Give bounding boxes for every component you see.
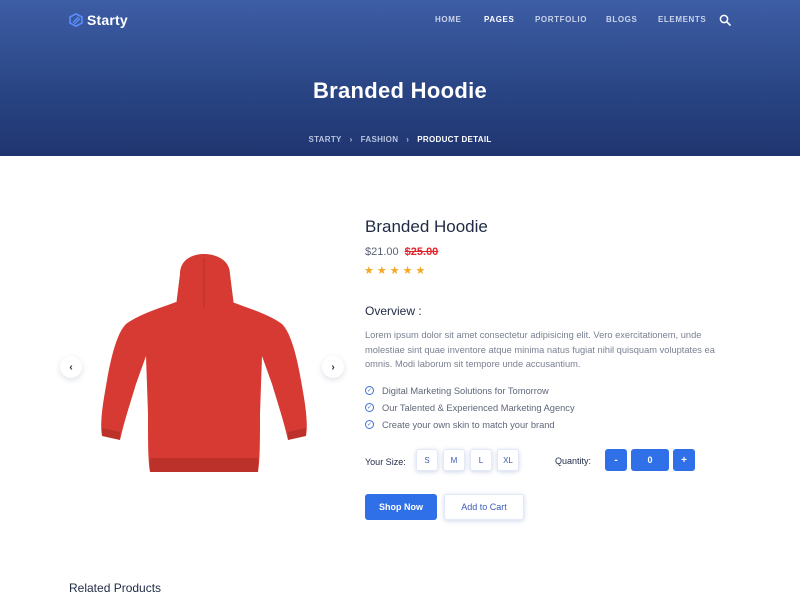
star-icon: ★ (389, 265, 400, 277)
nav-item-elements[interactable]: ELEMENTS (658, 15, 706, 24)
chevron-right-icon: › (349, 135, 353, 144)
carousel-next-button[interactable]: › (322, 356, 344, 378)
overview-heading: Overview : (365, 304, 422, 318)
feature-list: ✓ Digital Marketing Solutions for Tomorr… (365, 382, 575, 433)
main-nav: HOME PAGES PORTFOLIO BLOGS ELEMENTS (0, 15, 800, 29)
feature-item: ✓ Digital Marketing Solutions for Tomorr… (365, 382, 575, 399)
nav-item-portfolio[interactable]: PORTFOLIO (535, 15, 587, 24)
quantity-label: Quantity: (555, 456, 592, 466)
chevron-right-icon: › (331, 361, 335, 373)
product-title: Branded Hoodie (365, 217, 488, 236)
current-price: $21.00 (365, 246, 399, 258)
size-selector: S M L XL (416, 449, 519, 471)
chevron-right-icon: › (406, 135, 410, 144)
breadcrumb-starty[interactable]: STARTY (308, 135, 341, 144)
carousel-prev-button[interactable]: ‹ (60, 356, 82, 378)
quantity-decrement-button[interactable]: - (605, 449, 627, 471)
feature-item: ✓ Create your own skin to match your bra… (365, 416, 575, 433)
chevron-left-icon: ‹ (69, 361, 73, 373)
nav-item-home[interactable]: HOME (435, 15, 461, 24)
size-label: Your Size: (365, 457, 406, 467)
old-price: $25.00 (404, 246, 439, 258)
page-header: Starty HOME PAGES PORTFOLIO BLOGS ELEMEN… (0, 0, 800, 156)
check-circle-icon: ✓ (365, 386, 374, 395)
quantity-input[interactable] (631, 449, 669, 471)
page-title: Branded Hoodie (312, 78, 488, 103)
feature-item: ✓ Our Talented & Experienced Marketing A… (365, 399, 575, 416)
search-icon[interactable] (719, 14, 731, 26)
star-icon: ★ (415, 265, 426, 277)
size-option-m[interactable]: M (443, 449, 465, 471)
nav-item-pages[interactable]: PAGES (484, 15, 514, 24)
quantity-stepper: - + (605, 449, 695, 471)
add-to-cart-button[interactable]: Add to Cart (444, 494, 524, 520)
size-option-s[interactable]: S (416, 449, 438, 471)
star-icon: ★ (402, 265, 413, 277)
check-circle-icon: ✓ (365, 403, 374, 412)
quantity-increment-button[interactable]: + (673, 449, 695, 471)
shop-now-button[interactable]: Shop Now (365, 494, 437, 520)
product-price: $21.00 $25.00 (365, 246, 438, 258)
product-image (101, 254, 307, 472)
breadcrumb-current: PRODUCT DETAIL (417, 135, 492, 144)
breadcrumb: STARTY › FASHION › PRODUCT DETAIL (0, 135, 800, 144)
size-option-xl[interactable]: XL (497, 449, 519, 471)
nav-item-blogs[interactable]: BLOGS (606, 15, 637, 24)
breadcrumb-fashion[interactable]: FASHION (361, 135, 399, 144)
check-circle-icon: ✓ (365, 420, 374, 429)
feature-text: Digital Marketing Solutions for Tomorrow (382, 385, 549, 396)
star-icon: ★ (364, 265, 374, 277)
rating-stars: ★ ★ ★ ★ ★ (364, 265, 425, 278)
product-description: Lorem ipsum dolor sit amet consectetur a… (365, 330, 715, 369)
related-products-heading: Related Products (69, 581, 162, 595)
feature-text: Our Talented & Experienced Marketing Age… (382, 402, 575, 413)
size-option-l[interactable]: L (470, 449, 492, 471)
feature-text: Create your own skin to match your brand (382, 419, 555, 430)
star-icon: ★ (376, 265, 387, 277)
